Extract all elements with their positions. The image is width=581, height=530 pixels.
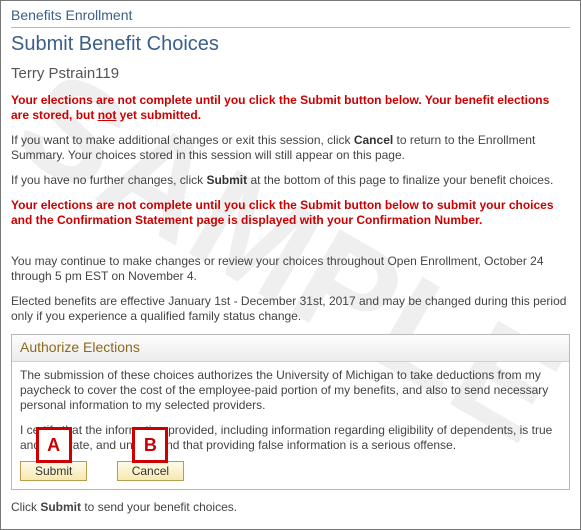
plain1-pre: If you want to make additional changes o… — [11, 133, 354, 147]
authorize-elections-box: Authorize Elections The submission of th… — [11, 334, 570, 490]
footer-bold: Submit — [40, 500, 81, 514]
warning1-post: yet submitted. — [116, 108, 201, 122]
plain2-pre: If you have no further changes, click — [11, 173, 206, 187]
plain2-bold: Submit — [206, 173, 247, 187]
section-title: Benefits Enrollment — [11, 7, 570, 28]
page-title: Submit Benefit Choices — [11, 32, 570, 57]
authorize-body-2: I certify that the information provided,… — [20, 423, 561, 453]
warning1-underlined: not — [98, 108, 117, 122]
submit-button[interactable]: Submit — [20, 461, 87, 481]
warning-message-1: Your elections are not complete until yo… — [11, 93, 570, 123]
cancel-button[interactable]: Cancel — [117, 461, 184, 481]
user-name: Terry Pstrain119 — [11, 65, 570, 84]
footer-post: to send your benefit choices. — [81, 500, 237, 514]
instruction-submit: If you have no further changes, click Su… — [11, 173, 570, 188]
footer-instruction: Click Submit to send your benefit choice… — [11, 500, 570, 515]
open-enrollment-info: You may continue to make changes or revi… — [11, 254, 570, 284]
effective-date-info: Elected benefits are effective January 1… — [11, 294, 570, 324]
authorize-elections-header: Authorize Elections — [12, 335, 569, 362]
plain2-post: at the bottom of this page to finalize y… — [247, 173, 553, 187]
plain1-bold: Cancel — [354, 133, 393, 147]
instruction-cancel: If you want to make additional changes o… — [11, 133, 570, 163]
warning1-pre: Your elections are not complete until yo… — [11, 93, 549, 122]
footer-pre: Click — [11, 500, 40, 514]
warning-message-2: Your elections are not complete until yo… — [11, 198, 570, 228]
callout-marker-a: A — [36, 427, 72, 463]
callout-marker-b: B — [132, 427, 168, 463]
authorize-body-1: The submission of these choices authoriz… — [20, 368, 561, 413]
